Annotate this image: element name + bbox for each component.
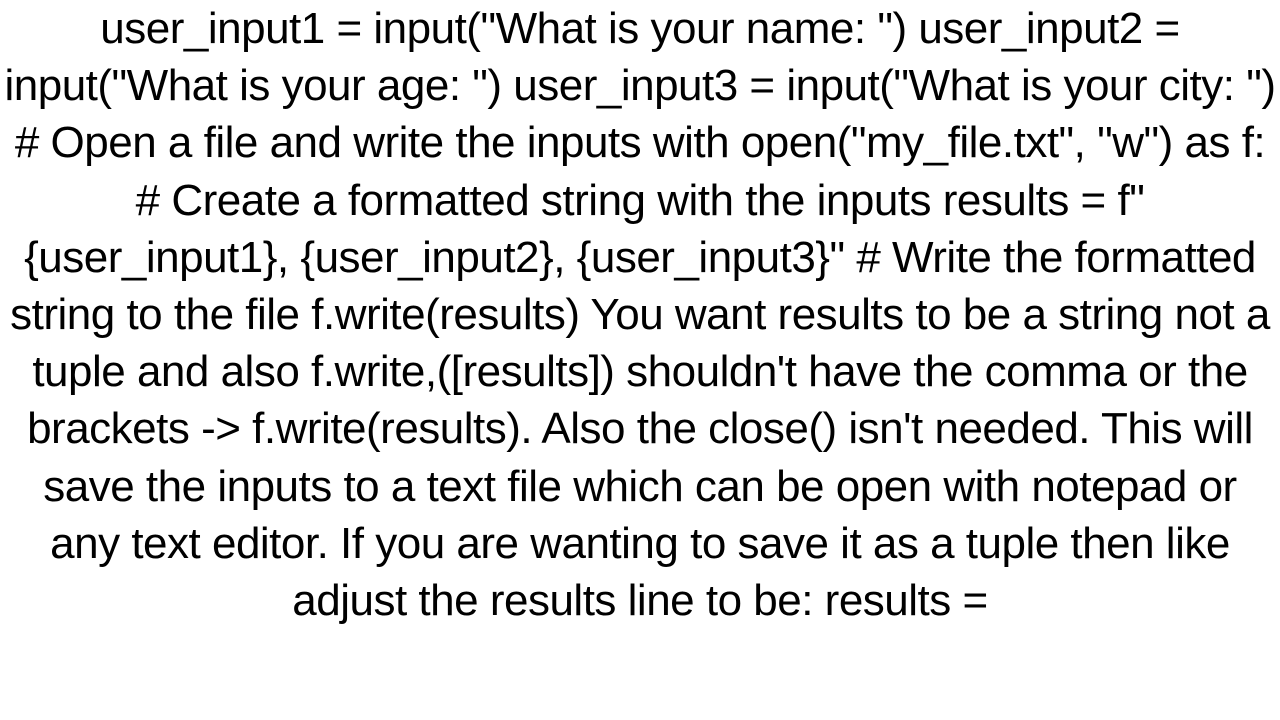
document-text: user_input1 = input("What is your name: … [0, 0, 1280, 629]
